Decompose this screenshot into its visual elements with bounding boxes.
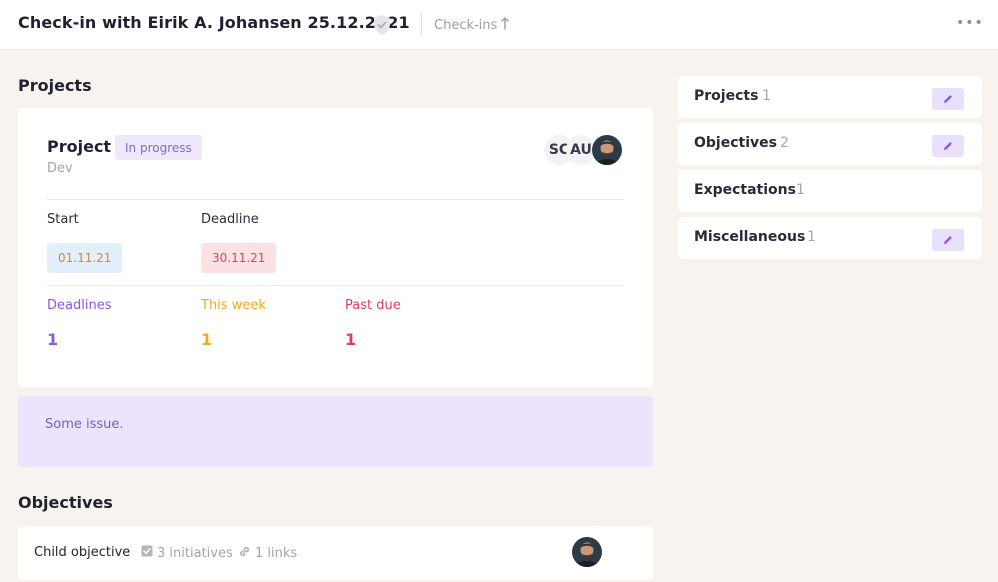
sidebar-item-objectives[interactable]: Objectives 2 (678, 123, 982, 165)
checkbox-icon (141, 545, 153, 561)
edit-objectives-button[interactable] (932, 135, 964, 157)
past-due-stat-value[interactable]: 1 (345, 330, 356, 349)
pencil-icon (942, 137, 954, 156)
objective-row[interactable]: Child objective 3 initiatives 1 links (18, 526, 653, 580)
page-title: Check-in with Eirik A. Johansen 25.12.20… (18, 13, 410, 32)
pencil-icon (942, 90, 954, 109)
objective-name[interactable]: Child objective (34, 545, 130, 560)
initiatives-meta: 3 initiatives (141, 545, 233, 561)
top-bar: Check-in with Eirik A. Johansen 25.12.20… (0, 0, 998, 50)
start-date-chip[interactable]: 01.11.21 (47, 243, 123, 273)
avatar-group[interactable]: SC AU (544, 135, 624, 167)
sidebar-item-projects[interactable]: Projects 1 (678, 76, 982, 118)
sidebar-item-label: Miscellaneous (694, 229, 806, 245)
arrow-up-icon (500, 16, 510, 34)
sidebar-item-count: 1 (807, 229, 816, 245)
sidebar-item-miscellaneous[interactable]: Miscellaneous 1 (678, 217, 982, 259)
start-label: Start (47, 212, 79, 227)
issue-text: Some issue. (45, 417, 124, 432)
status-badge: In progress (115, 135, 202, 160)
more-options-icon[interactable]: ••• (956, 15, 984, 31)
edit-projects-button[interactable] (932, 88, 964, 110)
deadline-label: Deadline (201, 212, 259, 227)
projects-section-title: Projects (18, 76, 92, 95)
sidebar-item-count: 2 (780, 135, 789, 151)
sidebar-item-expectations[interactable]: Expectations 1 (678, 170, 982, 212)
edit-miscellaneous-button[interactable] (932, 229, 964, 251)
shield-check-icon[interactable] (372, 14, 392, 36)
this-week-stat-value[interactable]: 1 (201, 330, 212, 349)
sidebar-item-label: Objectives (694, 135, 777, 151)
project-name[interactable]: Project (47, 137, 111, 156)
initiatives-count: 3 initiatives (157, 545, 233, 561)
deadlines-stat-value[interactable]: 1 (47, 330, 58, 349)
this-week-stat-label: This week (201, 298, 266, 313)
divider (47, 199, 624, 200)
issue-card[interactable]: Some issue. (18, 396, 653, 467)
deadlines-stat-label: Deadlines (47, 298, 112, 313)
pencil-icon (942, 231, 954, 250)
breadcrumb[interactable]: Check-ins (434, 16, 510, 34)
link-icon (238, 545, 251, 562)
header-divider (421, 12, 422, 36)
avatar[interactable] (572, 537, 602, 567)
past-due-stat-label: Past due (345, 298, 401, 313)
avatar[interactable] (592, 135, 622, 165)
objectives-section-title: Objectives (18, 493, 113, 512)
project-category: Dev (47, 161, 73, 176)
divider (47, 285, 624, 286)
deadline-date-chip[interactable]: 30.11.21 (201, 243, 277, 273)
sidebar-item-label: Projects (694, 88, 759, 104)
links-count: 1 links (255, 546, 298, 561)
sidebar-item-label: Expectations (694, 182, 796, 198)
project-card[interactable]: Project In progress Dev SC AU Start Dead… (18, 108, 653, 387)
sidebar-item-count: 1 (762, 88, 771, 104)
breadcrumb-label: Check-ins (434, 17, 498, 33)
links-meta: 1 links (238, 545, 297, 562)
sidebar-item-count: 1 (796, 182, 805, 198)
